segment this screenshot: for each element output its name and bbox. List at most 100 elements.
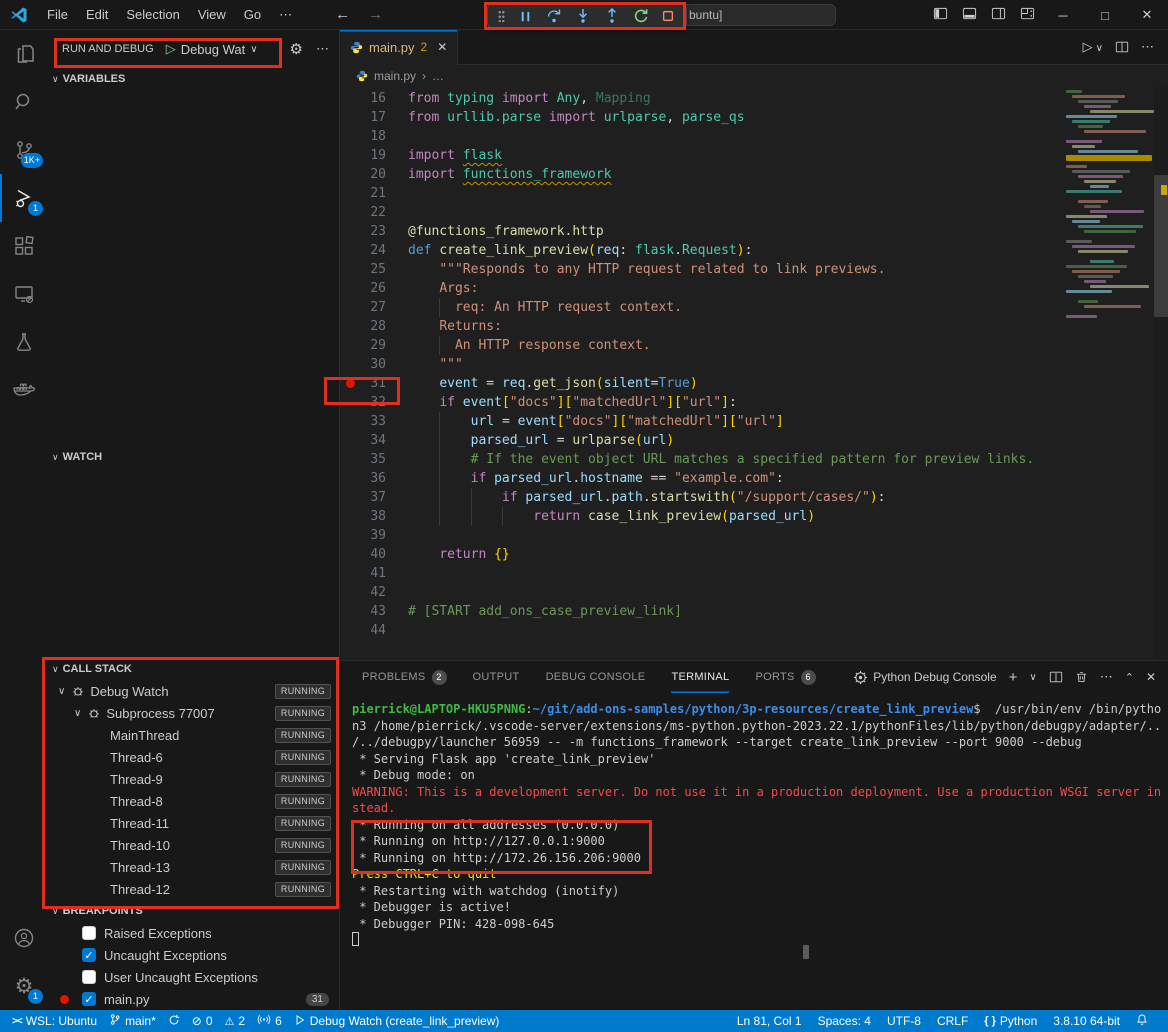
call-stack-row[interactable]: Thread-13RUNNING — [48, 856, 339, 878]
status-braces[interactable]: { }Python — [976, 1010, 1045, 1032]
code-line[interactable]: 33 url = event["docs"]["matchedUrl"]["ur… — [340, 412, 1168, 431]
line-number[interactable]: 28 — [360, 317, 386, 336]
stop-icon[interactable] — [661, 9, 675, 23]
call-stack-row[interactable]: ∨Debug WatchRUNNING — [48, 680, 339, 702]
code-line[interactable]: 28 Returns: — [340, 317, 1168, 336]
breakpoint-gutter[interactable] — [340, 393, 360, 412]
status-spaces-4[interactable]: Spaces: 4 — [810, 1010, 879, 1032]
line-number[interactable]: 17 — [360, 108, 386, 127]
call-stack-row[interactable]: ∨Subprocess 77007RUNNING — [48, 702, 339, 724]
line-number[interactable]: 34 — [360, 431, 386, 450]
code-line[interactable]: 39 — [340, 526, 1168, 545]
code-line[interactable]: 19import flask — [340, 146, 1168, 165]
code-line[interactable]: 21 — [340, 184, 1168, 203]
call-stack-row[interactable]: Thread-9RUNNING — [48, 768, 339, 790]
status-3-8-10-64-bit[interactable]: 3.8.10 64-bit — [1045, 1010, 1128, 1032]
status-remote[interactable]: ><WSL: Ubuntu — [6, 1010, 103, 1032]
terminal-instance[interactable]: Python Debug Console — [853, 670, 996, 685]
drag-handle-icon[interactable] — [498, 10, 505, 22]
line-number[interactable]: 44 — [360, 621, 386, 640]
menu-selection[interactable]: Selection — [117, 0, 188, 30]
editor-more-icon[interactable]: ⋯ — [1141, 39, 1154, 55]
forward-icon[interactable]: → — [368, 6, 383, 23]
code-line[interactable]: 36 if parsed_url.hostname == "example.co… — [340, 469, 1168, 488]
status-error[interactable]: ⊘0 — [186, 1010, 219, 1032]
toggle-sidebar-icon[interactable] — [926, 6, 955, 24]
breakpoint-row[interactable]: ✓Uncaught Exceptions — [48, 944, 339, 966]
breakpoint-row[interactable]: User Uncaught Exceptions — [48, 966, 339, 988]
menu-file[interactable]: File — [38, 0, 77, 30]
breakpoint-gutter[interactable] — [340, 450, 360, 469]
status-broadcast[interactable]: 6 — [251, 1010, 288, 1032]
breakpoint-checkbox[interactable] — [82, 926, 96, 940]
code-line[interactable]: 42 — [340, 583, 1168, 602]
code-line[interactable]: 44 — [340, 621, 1168, 640]
line-number[interactable]: 29 — [360, 336, 386, 355]
breakpoint-gutter[interactable] — [340, 260, 360, 279]
breakpoint-gutter[interactable] — [340, 203, 360, 222]
breakpoint-gutter[interactable] — [340, 564, 360, 583]
breakpoint-gutter[interactable] — [340, 298, 360, 317]
terminal-dropdown-icon[interactable]: ∨ — [1029, 672, 1036, 683]
code-line[interactable]: 41 — [340, 564, 1168, 583]
line-number[interactable]: 16 — [360, 89, 386, 108]
menu-view[interactable]: View — [189, 0, 235, 30]
accounts-button[interactable] — [0, 914, 48, 962]
breakpoint-gutter[interactable] — [340, 222, 360, 241]
breakpoint-gutter[interactable] — [340, 412, 360, 431]
code-line[interactable]: 18 — [340, 127, 1168, 146]
breadcrumb-file[interactable]: main.py — [374, 69, 416, 83]
code-line[interactable]: 26 Args: — [340, 279, 1168, 298]
menu-more[interactable]: ⋯ — [270, 0, 301, 30]
call-stack-row[interactable]: MainThreadRUNNING — [48, 724, 339, 746]
code-line[interactable]: 30 """ — [340, 355, 1168, 374]
breakpoint-gutter[interactable] — [340, 146, 360, 165]
debug-config-dropdown[interactable]: ▷ Debug Wat ∨ — [166, 41, 258, 57]
status-warning[interactable]: ⚠2 — [219, 1010, 252, 1032]
panel-more-icon[interactable]: ⋯ — [1100, 669, 1113, 685]
line-number[interactable]: 40 — [360, 545, 386, 564]
breakpoint-row[interactable]: Raised Exceptions — [48, 922, 339, 944]
sidebar-item-run-and-debug[interactable]: 1 — [0, 174, 48, 222]
code-line[interactable]: 22 — [340, 203, 1168, 222]
breakpoint-checkbox[interactable] — [82, 970, 96, 984]
call-stack-row[interactable]: Thread-6RUNNING — [48, 746, 339, 768]
line-number[interactable]: 31 — [360, 374, 386, 393]
toggle-panel-icon[interactable] — [955, 6, 984, 24]
breakpoint-gutter[interactable] — [340, 165, 360, 184]
panel-tab-debug-console[interactable]: DEBUG CONSOLE — [546, 661, 646, 693]
breakpoint-gutter[interactable] — [340, 583, 360, 602]
pause-icon[interactable] — [518, 9, 533, 24]
breakpoint-gutter[interactable] — [340, 336, 360, 355]
run-python-file-icon[interactable]: ▷∨ — [1083, 39, 1103, 55]
code-editor[interactable]: 16from typing import Any, Mapping17from … — [340, 87, 1168, 660]
sidebar-item-search[interactable] — [0, 78, 48, 126]
call-stack-row[interactable]: Thread-8RUNNING — [48, 790, 339, 812]
status-bell[interactable] — [1128, 1010, 1156, 1032]
line-number[interactable]: 27 — [360, 298, 386, 317]
breakpoint-gutter[interactable] — [340, 545, 360, 564]
sidebar-item-docker[interactable] — [0, 366, 48, 414]
breakpoint-gutter[interactable] — [340, 526, 360, 545]
breakpoint-gutter[interactable] — [340, 317, 360, 336]
breakpoint-gutter[interactable] — [340, 431, 360, 450]
breadcrumb[interactable]: main.py › … — [340, 65, 1168, 87]
maximize-icon[interactable]: □ — [1084, 8, 1126, 23]
maximize-panel-icon[interactable]: ⌃ — [1125, 671, 1134, 684]
code-line[interactable]: 38 return case_link_preview(parsed_url) — [340, 507, 1168, 526]
tab-main-py[interactable]: main.py 2 ✕ — [340, 30, 458, 65]
line-number[interactable]: 20 — [360, 165, 386, 184]
breakpoint-gutter[interactable] — [340, 127, 360, 146]
breakpoint-gutter[interactable] — [340, 621, 360, 640]
code-line[interactable]: 24def create_link_preview(req: flask.Req… — [340, 241, 1168, 260]
terminal-output[interactable]: pierrick@LAPTOP-HKU5PNNG:~/git/add-ons-s… — [340, 693, 1168, 1010]
start-debug-icon[interactable]: ▷ — [166, 41, 176, 57]
debug-settings-gear-icon[interactable]: ⚙ — [290, 40, 303, 58]
split-terminal-icon[interactable] — [1049, 670, 1063, 684]
panel-tab-output[interactable]: OUTPUT — [473, 661, 520, 693]
close-panel-icon[interactable]: ✕ — [1146, 670, 1156, 684]
breakpoint-gutter[interactable] — [340, 89, 360, 108]
line-number[interactable]: 22 — [360, 203, 386, 222]
menu-edit[interactable]: Edit — [77, 0, 117, 30]
status-branch[interactable]: main* — [103, 1010, 162, 1032]
